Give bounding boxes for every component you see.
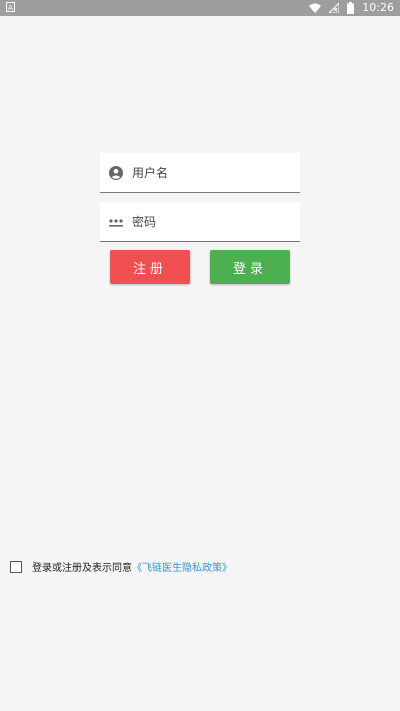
agreement-text: 登录或注册及表示同意 <box>32 563 132 574</box>
privacy-policy-link[interactable]: 《飞链医生隐私政策》 <box>132 559 232 574</box>
username-field[interactable] <box>100 153 300 193</box>
password-field[interactable] <box>100 202 300 242</box>
password-input[interactable] <box>132 202 292 241</box>
battery-icon <box>347 2 355 14</box>
wifi-icon <box>309 3 322 13</box>
status-icons: 10:26 <box>309 1 394 15</box>
username-input[interactable] <box>132 153 292 192</box>
privacy-agreement: 登录或注册及表示同意 《飞链医生隐私政策》 <box>10 559 232 574</box>
login-button[interactable]: 登录 <box>210 250 290 284</box>
no-signal-icon <box>329 3 340 13</box>
status-bar: A 10:26 <box>0 0 400 16</box>
agree-checkbox[interactable] <box>10 560 22 573</box>
clock: 10:26 <box>362 1 394 14</box>
account-circle-icon <box>109 166 123 180</box>
password-dots-icon <box>109 219 123 227</box>
app-notification-icon: A <box>6 2 15 12</box>
register-button[interactable]: 注册 <box>110 250 190 284</box>
